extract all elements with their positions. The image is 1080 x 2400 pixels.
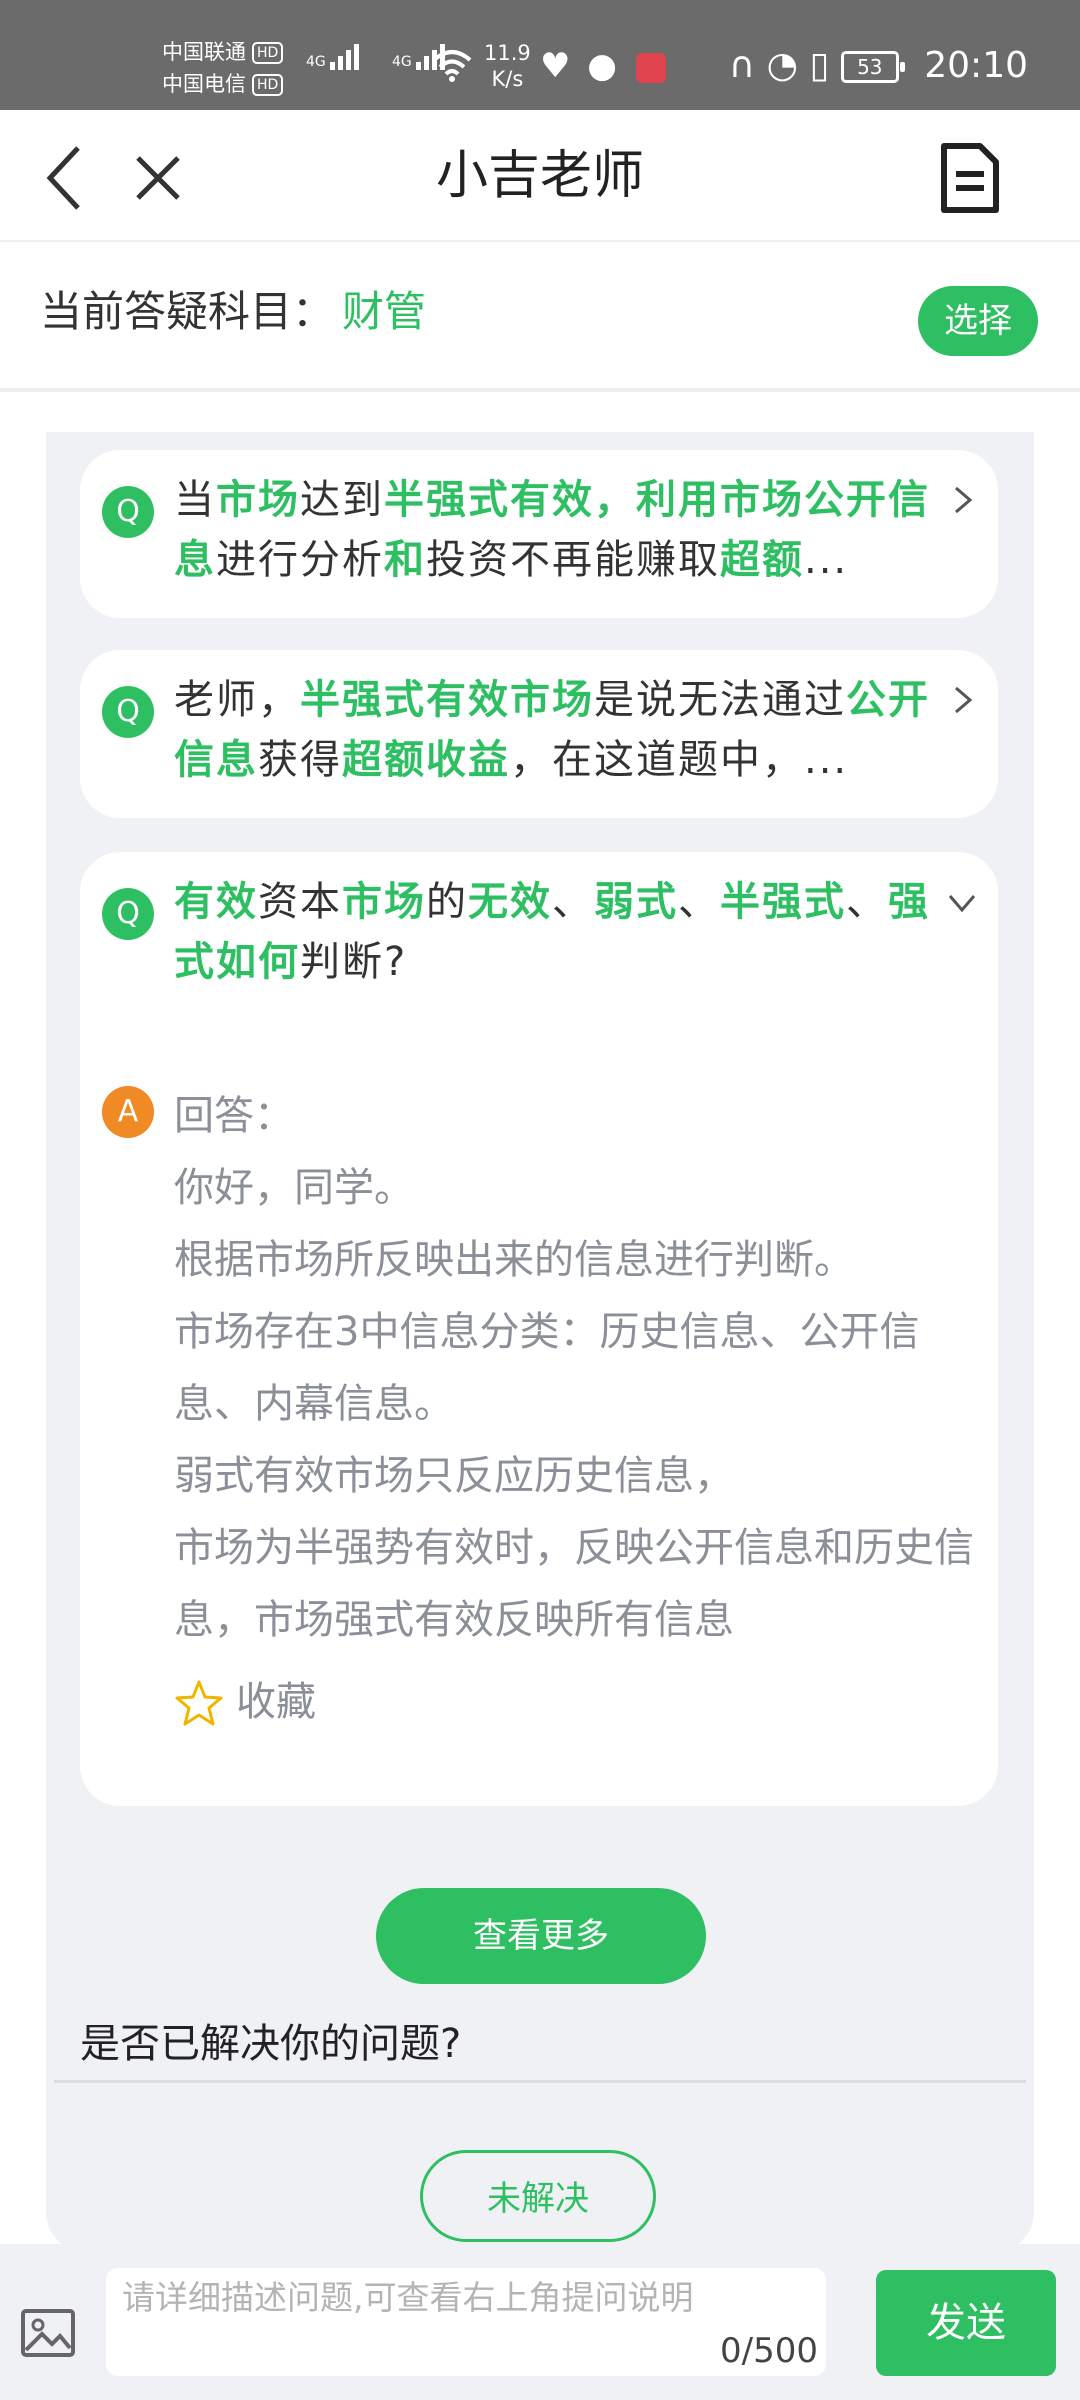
highlighted-keyword: 超额收益: [342, 737, 510, 783]
question-card[interactable]: Q 当市场达到半强式有效，利用市场公开信息进行分析和投资不再能赚取超额...: [80, 450, 998, 618]
question-fragment: 是说无法通过: [594, 677, 846, 723]
question-text: 当市场达到半强式有效，利用市场公开信息进行分析和投资不再能赚取超额...: [174, 470, 934, 590]
chat-icon: ●: [587, 46, 617, 86]
question-fragment: 当: [174, 477, 216, 523]
question-input[interactable]: 请详细描述问题,可查看右上角提问说明 0/500: [106, 2268, 826, 2376]
answer-line: 市场存在3中信息分类：历史信息、公开信息、内幕信息。: [174, 1309, 920, 1427]
status-bar: 中国联通 HD 中国电信 HD 4G 4G 11.9 K/s ♥ ● ∩ ◔ ▯ 5…: [0, 0, 1080, 110]
answer-line: 市场为半强势有效时，反映公开信息和历史信息，市场强式有效反映所有信息: [174, 1525, 974, 1643]
star-icon: [175, 1680, 223, 1726]
answer-line: 弱式有效市场只反应历史信息，: [174, 1453, 734, 1499]
question-fragment: 、: [678, 879, 720, 925]
input-placeholder: 请详细描述问题,可查看右上角提问说明: [122, 2278, 694, 2317]
page-title: 小吉老师: [435, 146, 644, 206]
question-text: 有效资本市场的无效、弱式、半强式、强式如何判断?: [174, 872, 934, 992]
divider: [54, 2080, 1026, 2083]
highlighted-keyword: 市场: [342, 879, 426, 925]
resolve-question: 是否已解决你的问题?: [80, 2021, 462, 2067]
question-fragment: 投资不再能赚取: [426, 537, 720, 583]
chevron-right-icon[interactable]: [942, 480, 982, 520]
highlighted-keyword: 半强式: [720, 879, 846, 925]
question-fragment: 判断?: [300, 939, 408, 985]
qa-panel: Q 当市场达到半强式有效，利用市场公开信息进行分析和投资不再能赚取超额... Q…: [46, 432, 1034, 2252]
question-fragment: 的: [426, 879, 468, 925]
highlighted-keyword: 超额: [720, 537, 804, 583]
question-fragment: 获得: [258, 737, 342, 783]
question-fragment: ，在这道题中，...: [510, 737, 849, 783]
highlighted-keyword: 有效: [174, 879, 258, 925]
chevron-right-icon[interactable]: [942, 680, 982, 720]
network-type: 4G: [392, 54, 412, 70]
signal-icon: 4G: [306, 44, 362, 70]
subject-row: 当前答疑科目： 财管 选择: [0, 242, 1080, 392]
question-card-expanded[interactable]: Q 有效资本市场的无效、弱式、半强式、强式如何判断? A 回答： 你好，同学。 …: [80, 852, 998, 1806]
vibrate-icon: ▯: [809, 45, 830, 86]
question-fragment: 资本: [258, 879, 342, 925]
document-icon[interactable]: [930, 138, 1010, 218]
image-icon[interactable]: [20, 2308, 76, 2358]
hd-badge: HD: [252, 74, 284, 96]
highlighted-keyword: 半强式有效市场: [300, 677, 594, 723]
char-count: 0/500: [720, 2331, 818, 2371]
book-icon: [635, 52, 666, 83]
chevron-down-icon[interactable]: [942, 882, 982, 922]
highlighted-keyword: 弱式: [594, 879, 678, 925]
question-badge: Q: [102, 486, 154, 538]
headset-icon: ∩: [728, 45, 756, 86]
carrier-2: 中国电信: [162, 72, 246, 96]
input-bar: 请详细描述问题,可查看右上角提问说明 0/500 发送: [0, 2244, 1080, 2400]
question-fragment: 、: [846, 879, 888, 925]
question-card[interactable]: Q 老师，半强式有效市场是说无法通过公开信息获得超额收益，在这道题中，...: [80, 650, 998, 818]
answer-line: 你好，同学。: [174, 1165, 414, 1211]
hd-badge: HD: [252, 42, 284, 64]
wifi-icon: [432, 50, 472, 82]
battery-icon: 53: [840, 51, 905, 83]
question-fragment: ...: [804, 537, 849, 583]
question-badge: Q: [102, 686, 154, 738]
question-fragment: 达到: [300, 477, 384, 523]
network-speed: 11.9 K/s: [484, 41, 531, 91]
subject-label: 当前答疑科目：: [40, 287, 335, 336]
notification-icons: ♥ ●: [540, 46, 666, 86]
subject-value: 财管: [342, 287, 427, 336]
highlighted-keyword: 无效: [468, 879, 552, 925]
favorite-label: 收藏: [236, 1679, 316, 1725]
answer-badge: A: [102, 1086, 154, 1138]
unresolved-button[interactable]: 未解决: [420, 2150, 656, 2242]
question-fragment: 进行分析: [216, 537, 384, 583]
highlighted-keyword: 市场: [216, 477, 300, 523]
alarm-icon: ◔: [766, 45, 799, 86]
nav-bar: 小吉老师: [0, 110, 1080, 242]
carrier-1: 中国联通: [162, 40, 246, 64]
question-badge: Q: [102, 888, 154, 940]
question-text: 老师，半强式有效市场是说无法通过公开信息获得超额收益，在这道题中，...: [174, 670, 934, 790]
select-subject-button[interactable]: 选择: [918, 286, 1038, 356]
send-button[interactable]: 发送: [876, 2270, 1056, 2376]
network-type: 4G: [306, 54, 326, 70]
answer-line: 回答：: [174, 1093, 294, 1139]
clock-time: 20:10: [924, 45, 1028, 86]
view-more-button[interactable]: 查看更多: [376, 1888, 706, 1984]
answer-line: 根据市场所反映出来的信息进行判断。: [174, 1237, 854, 1283]
answer-text: 回答： 你好，同学。 根据市场所反映出来的信息进行判断。 市场存在3中信息分类：…: [174, 1080, 974, 1656]
carrier-info: 中国联通 HD 中国电信 HD: [162, 36, 284, 100]
status-right: ∩ ◔ ▯ 53 20:10: [729, 44, 1028, 88]
question-fragment: 、: [552, 879, 594, 925]
favorite-button[interactable]: 收藏: [174, 1672, 316, 1732]
highlighted-keyword: 和: [384, 537, 426, 583]
question-fragment: 老师，: [174, 677, 300, 723]
health-icon: ♥: [540, 46, 571, 86]
